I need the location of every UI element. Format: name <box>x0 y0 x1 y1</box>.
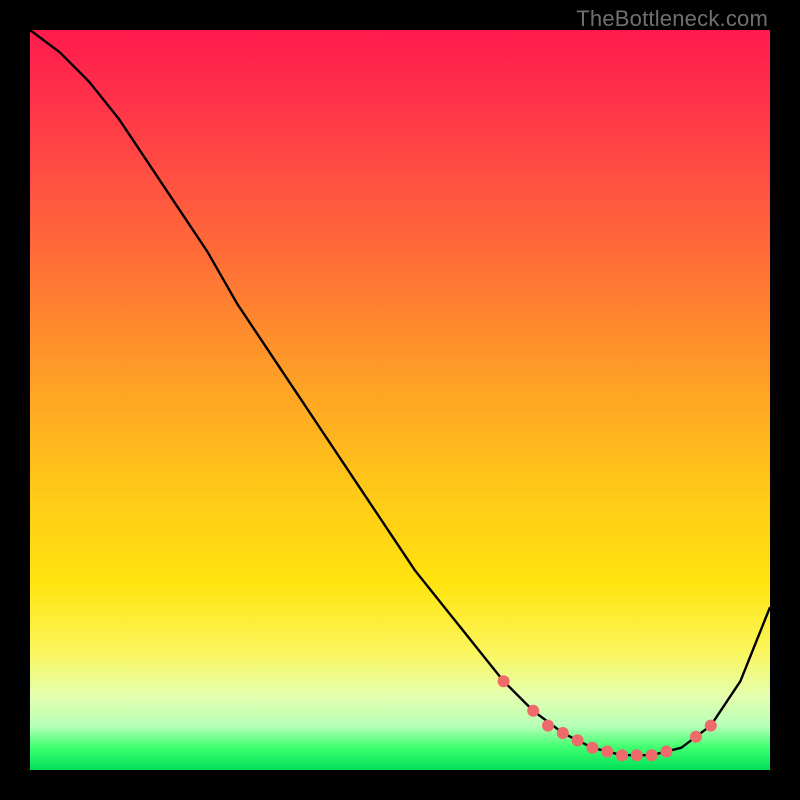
curve-marker <box>616 749 628 761</box>
curve-marker <box>601 746 613 758</box>
curve-marker <box>705 720 717 732</box>
curve-marker <box>660 746 672 758</box>
curve-marker <box>646 749 658 761</box>
curve-svg <box>30 30 770 770</box>
curve-marker <box>631 749 643 761</box>
marker-group <box>498 675 717 761</box>
curve-marker <box>527 705 539 717</box>
curve-marker <box>572 734 584 746</box>
bottleneck-curve-path <box>30 30 770 755</box>
curve-marker <box>542 720 554 732</box>
curve-marker <box>498 675 510 687</box>
watermark-text: TheBottleneck.com <box>576 6 768 32</box>
curve-marker <box>586 742 598 754</box>
chart-frame: TheBottleneck.com <box>0 0 800 800</box>
curve-marker <box>690 731 702 743</box>
plot-area <box>30 30 770 770</box>
curve-marker <box>557 727 569 739</box>
